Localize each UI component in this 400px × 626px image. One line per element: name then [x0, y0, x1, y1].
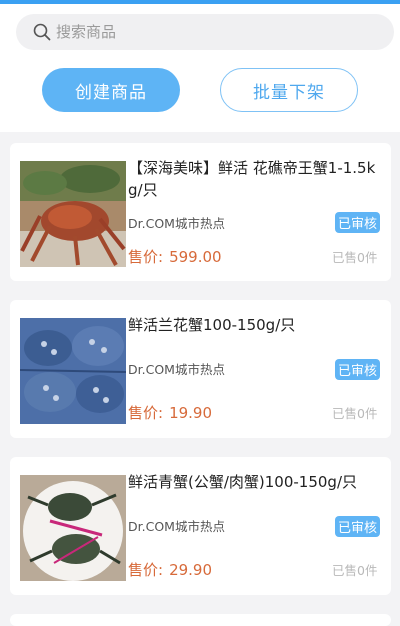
product-price: 售价: 19.90 [128, 402, 212, 423]
product-card[interactable]: 【深海美味】鲜活 花礁帝王蟹1-1.5kg/只 Dr.COM城市热点 已审核 售… [10, 143, 391, 281]
product-card[interactable]: 鲜活兰花蟹100-150g/只 Dr.COM城市热点 已审核 售价: 19.90 … [10, 300, 391, 438]
store-name: Dr.COM城市热点 [128, 519, 225, 534]
product-image-flower-crab [20, 318, 126, 424]
batch-delist-button[interactable]: 批量下架 [220, 68, 358, 112]
status-badge: 已审核 [335, 516, 380, 537]
product-title: 【深海美味】鲜活 花礁帝王蟹1-1.5kg/只 [128, 159, 376, 199]
product-image-king-crab [20, 161, 126, 267]
product-price: 售价: 29.90 [128, 559, 212, 580]
store-name: Dr.COM城市热点 [128, 216, 225, 231]
product-title: 鲜活青蟹(公蟹/肉蟹)100-150g/只 [128, 473, 358, 491]
product-card[interactable] [10, 614, 391, 626]
price-label: 售价: [128, 404, 164, 422]
search-input[interactable] [56, 23, 336, 41]
product-title: 鲜活兰花蟹100-150g/只 [128, 316, 296, 334]
sold-count: 已售0件 [332, 406, 378, 421]
price-label: 售价: [128, 561, 164, 579]
price-label: 售价: [128, 248, 164, 266]
price-value: 29.90 [169, 561, 213, 579]
product-image-green-crab [20, 475, 126, 581]
sold-count: 已售0件 [332, 250, 378, 265]
status-badge: 已审核 [335, 359, 380, 380]
sold-count: 已售0件 [332, 563, 378, 578]
price-value: 19.90 [169, 404, 213, 422]
price-value: 599.00 [169, 248, 222, 266]
store-name: Dr.COM城市热点 [128, 362, 225, 377]
search-bar[interactable] [16, 14, 394, 50]
product-card[interactable]: 鲜活青蟹(公蟹/肉蟹)100-150g/只 Dr.COM城市热点 已审核 售价:… [10, 457, 391, 595]
status-badge: 已审核 [335, 212, 380, 233]
product-price: 售价: 599.00 [128, 246, 222, 267]
header: 创建商品 批量下架 [0, 4, 400, 132]
create-product-button[interactable]: 创建商品 [42, 68, 180, 112]
search-icon [32, 22, 52, 42]
